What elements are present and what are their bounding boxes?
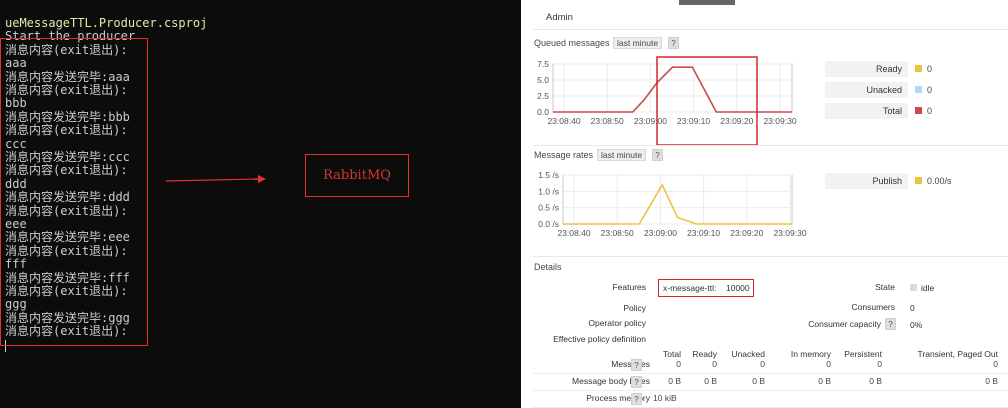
table-cell: 0 [760, 359, 765, 369]
y-tick-label: 0.0 /s [538, 219, 559, 229]
state-value: idle [921, 283, 935, 293]
legend-label: Ready [825, 61, 908, 77]
annotation-box [0, 38, 148, 346]
table-row-help-icon[interactable]: ? [631, 359, 642, 371]
x-tick-label: 23:08:50 [601, 228, 634, 238]
y-tick-label: 1.5 /s [538, 170, 559, 180]
table-cell: 0 B [668, 376, 681, 386]
legend-swatch [915, 86, 922, 93]
legend-value: 0 [927, 106, 933, 116]
legend-label: Publish [825, 173, 908, 189]
legend-value: 0 [927, 85, 933, 95]
divider [533, 145, 1008, 146]
table-row: Process memory [533, 390, 1008, 407]
y-tick-label: 2.5 [537, 91, 549, 101]
x-tick-label: 23:09:20 [730, 228, 763, 238]
table-cell: 0 [993, 359, 998, 369]
x-tick-label: 23:09:20 [720, 116, 753, 126]
table-row: Message body bytes [533, 373, 1008, 390]
table-row: Messages [533, 356, 1008, 373]
table-row-help-icon[interactable]: ? [631, 393, 642, 405]
message-rates-title: Message rates [534, 150, 594, 160]
console-window[interactable]: ueMessageTTL.Producer.csproj Start the pr… [0, 0, 521, 408]
state-label: State [875, 282, 895, 292]
idle-state-icon [910, 284, 917, 291]
table-row-help-icon[interactable]: ? [631, 376, 642, 388]
divider [533, 256, 1008, 257]
details-title: Details [534, 262, 562, 272]
x-tick-label: 23:09:30 [773, 228, 806, 238]
features-label: Features [612, 282, 646, 292]
x-tick-label: 23:08:50 [591, 116, 624, 126]
consumers-label: Consumers [851, 302, 895, 312]
legend-swatch [915, 107, 922, 114]
operator-policy-label: Operator policy [588, 318, 646, 328]
legend-value: 0 [927, 64, 933, 74]
table-cell: 0 B [752, 376, 765, 386]
y-tick-label: 5.0 [537, 75, 549, 85]
legend-label: Total [825, 103, 908, 119]
rabbitmq-annotation: RabbitMQ [305, 154, 409, 197]
capacity-help-icon[interactable]: ? [885, 318, 896, 330]
table-cell: 10 kiB [653, 393, 677, 403]
x-tick-label: 23:08:40 [547, 116, 580, 126]
table-cell: 0 [877, 359, 882, 369]
management-panel: Admin Queued messages last minute ? 0.0 2… [521, 0, 1008, 408]
legend-label: Unacked [825, 82, 908, 98]
y-tick-label: 7.5 [537, 59, 549, 69]
table-cell: 0 B [985, 376, 998, 386]
x-tick-label: 23:09:00 [634, 116, 667, 126]
rates-help-icon[interactable]: ? [652, 149, 663, 161]
policy-label: Policy [623, 303, 646, 313]
consumer-capacity-value: 0% [910, 320, 923, 330]
table-cell: 0 B [818, 376, 831, 386]
table-cell: 0 [676, 359, 681, 369]
legend-swatch [915, 177, 922, 184]
x-tick-label: 23:09:10 [677, 116, 710, 126]
x-tick-label: 23:09:00 [644, 228, 677, 238]
effective-policy-label: Effective policy definition [553, 334, 646, 344]
legend-swatch [915, 65, 922, 72]
rates-range-pill[interactable]: last minute [597, 149, 647, 161]
annotation-arrow-icon [165, 175, 266, 183]
y-tick-label: 0.5 /s [538, 203, 559, 213]
chart-frame [552, 63, 793, 113]
consumer-capacity-label: Consumer capacity [808, 319, 881, 329]
x-tick-label: 23:08:40 [557, 228, 590, 238]
charts: 0.02.55.07.523:08:40 23:08:50 23:09:00 23:0… [537, 56, 807, 238]
ttl-highlight-box [658, 279, 754, 297]
x-tick-label: 23:09:10 [687, 228, 720, 238]
consumers-value: 0 [910, 303, 915, 313]
y-tick-label: 1.0 /s [538, 186, 559, 196]
table-cell: 0 [712, 359, 717, 369]
table-cell: 0 [826, 359, 831, 369]
table-cell: 0 B [704, 376, 717, 386]
legend-value: 0.00/s [927, 176, 952, 186]
x-tick-label: 23:09:30 [763, 116, 796, 126]
table-cell: 0 B [869, 376, 882, 386]
